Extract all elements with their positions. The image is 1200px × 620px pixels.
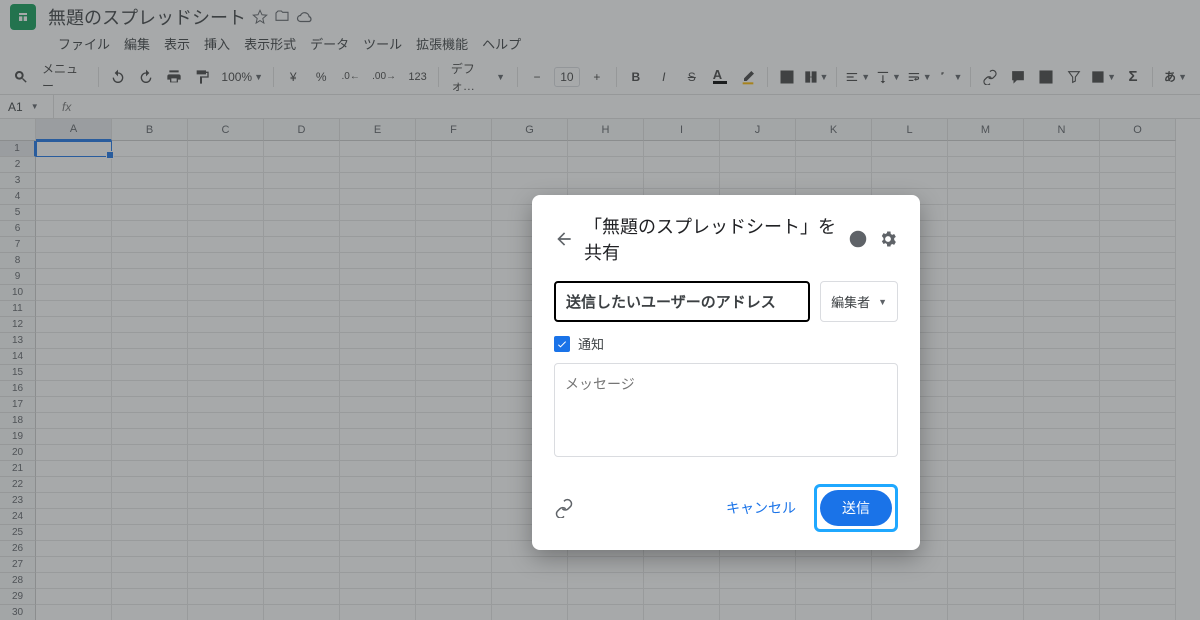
app-root: 無題のスプレッドシート ファイル 編集 表示 挿入 表示形式 データ ツール 拡… <box>0 0 1200 620</box>
role-select[interactable]: 編集者▼ <box>820 281 898 322</box>
back-arrow-icon[interactable] <box>554 229 574 249</box>
notify-label: 通知 <box>578 334 604 353</box>
address-input[interactable]: 送信したいユーザーのアドレス <box>554 281 810 322</box>
send-button-highlight: 送信 <box>814 484 898 532</box>
message-input[interactable] <box>554 363 898 457</box>
settings-gear-icon[interactable] <box>878 229 898 249</box>
send-button[interactable]: 送信 <box>820 490 892 526</box>
share-dialog: 「無題のスプレッドシート」を共有 送信したいユーザーのアドレス 編集者▼ 通知 … <box>532 195 920 550</box>
help-icon[interactable] <box>848 229 868 249</box>
notify-checkbox[interactable] <box>554 336 570 352</box>
copy-link-icon[interactable] <box>554 498 574 518</box>
cancel-button[interactable]: キャンセル <box>714 490 808 526</box>
dialog-title: 「無題のスプレッドシート」を共有 <box>584 213 838 265</box>
